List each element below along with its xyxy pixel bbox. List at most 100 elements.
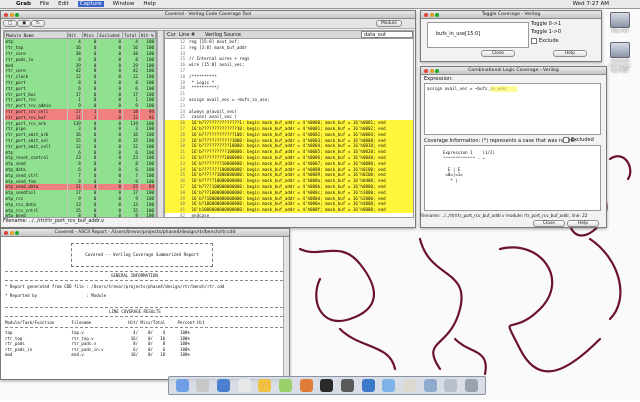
main-toolbar: □ ▣ ↻ Module — [1, 19, 415, 29]
expression-highlight[interactable] — [491, 86, 517, 92]
toggle-window-titlebar[interactable]: Toggle Coverage - Verilog — [421, 11, 601, 19]
col-excluded[interactable]: Excluded — [97, 31, 124, 39]
module-row[interactable]: rtr_port_rcv_arb 139 0 0 139 100 — [4, 120, 156, 126]
module-list[interactable]: Module Name Hit Miss Excluded Total Hit … — [3, 30, 157, 218]
divider — [5, 327, 283, 328]
dock — [168, 376, 486, 395]
divider — [5, 316, 283, 317]
search-input[interactable]: data_out — [361, 31, 413, 38]
xquartz-icon[interactable] — [423, 379, 437, 392]
reload-icon[interactable]: ↻ — [31, 20, 45, 27]
coverage-info-view[interactable]: Expression 1 (1/2) ^^^^^^^^^^^^^ - ~ E | … — [424, 145, 601, 211]
module-row[interactable]: mtp_rcv_cntrl 15 0 0 15 100 — [4, 207, 156, 213]
source-line-text: reg [15:0] bout_buf; — [189, 39, 240, 44]
report-window-titlebar[interactable]: Covered - ASCII Report - /Users/trevor/p… — [1, 229, 289, 237]
minimize-icon[interactable] — [9, 12, 14, 17]
report-reported-by: * Reported by : Module — [5, 293, 107, 298]
close-icon[interactable] — [424, 12, 428, 17]
module-select[interactable]: Module — [376, 20, 402, 27]
toggle-10-label: Toggle 1->0 — [531, 29, 562, 35]
zoom-icon[interactable] — [435, 68, 439, 73]
source-line-text: 16'b?????10000000000: begin mask_buf_add… — [189, 178, 386, 184]
calendar-icon[interactable] — [237, 379, 251, 392]
source-view[interactable]: 12 reg [15:0] bout_buf; 13 reg [3:0] mask_b… — [164, 38, 414, 218]
toggle-close-button[interactable]: Close — [481, 50, 515, 57]
module-row[interactable]: mtp_send_data 21 4 0 25 84 — [4, 183, 156, 190]
comb-help-button[interactable]: Help — [567, 220, 599, 227]
module-row[interactable]: rtr_port_rcv_cell 17 1 0 18 94 — [4, 108, 156, 115]
module-list-scrollbar[interactable] — [157, 30, 164, 218]
module-row[interactable]: rtr_port_xmit_cell 12 0 0 12 100 — [4, 143, 156, 150]
coverage-line: * | — [443, 177, 458, 183]
minimize-icon[interactable] — [429, 12, 434, 17]
module-row[interactable]: rtr_port_bus 17 0 0 17 100 — [4, 91, 156, 97]
exclude-checkbox[interactable] — [531, 38, 537, 44]
menubar-clock[interactable]: Wed 7:27 AM — [573, 1, 609, 7]
comb-excluded[interactable]: Excluded — [563, 137, 594, 143]
module-row[interactable]: mtp_rcv_data 13 0 0 13 100 — [4, 201, 156, 208]
comb-close-button[interactable]: Close — [533, 220, 565, 227]
toggle-exclude[interactable]: Exclude — [531, 38, 559, 44]
minimize-icon[interactable] — [9, 230, 14, 235]
comb-window-title: Combinational Logic Coverage - Verilog — [468, 68, 559, 73]
source-line-text: 16'b???????100000000: begin mask_buf_add… — [189, 166, 386, 172]
report-window-title: Covered - ASCII Report - /Users/trevor/p… — [54, 230, 236, 235]
preview-icon[interactable] — [403, 379, 417, 392]
menu-edit[interactable]: Edit — [58, 1, 69, 7]
safari-icon[interactable] — [361, 379, 375, 392]
open-icon[interactable]: □ — [3, 20, 18, 27]
menu-window[interactable]: Window — [113, 1, 135, 7]
toggle-help-button[interactable]: Help — [553, 50, 587, 57]
comb-window-titlebar[interactable]: Combinational Logic Coverage - Verilog — [421, 67, 606, 75]
menubar: Grab File Edit Capture Window Help Wed 7… — [0, 0, 640, 9]
zoom-icon[interactable] — [435, 12, 439, 17]
mail-icon[interactable] — [382, 379, 396, 392]
menu-file[interactable]: File — [40, 1, 49, 7]
close-icon[interactable] — [4, 12, 8, 17]
module-row[interactable]: rtr_port_xmit_sel 15 0 0 15 100 — [4, 137, 156, 144]
main-window: Covered - Verilog Code Coverage Tool □ ▣… — [0, 10, 416, 228]
col-miss[interactable]: Miss — [81, 31, 99, 39]
firefox-icon[interactable] — [299, 379, 313, 392]
menubar-app[interactable]: Grab — [16, 1, 31, 7]
app-store-icon[interactable] — [217, 379, 231, 392]
module-row[interactable]: rtr_port_rcv_buf 11 1 0 12 91 — [4, 114, 156, 121]
terminal-icon[interactable] — [320, 379, 334, 392]
report-scrollbar[interactable] — [283, 237, 289, 377]
system-prefs-icon[interactable] — [196, 379, 210, 392]
report-row: tap tap.v 4/ 0/ 4 100% — [5, 330, 190, 335]
window-controls — [424, 12, 439, 17]
minimize-icon[interactable] — [429, 68, 434, 73]
module-row[interactable]: mtp_sendfail 17 0 0 17 100 — [4, 189, 156, 196]
menu-help[interactable]: Help — [143, 1, 156, 7]
menu-capture[interactable]: Capture — [77, 1, 104, 7]
facetime-icon[interactable] — [279, 379, 293, 392]
expression-label: Expression: — [424, 76, 453, 82]
zoom-icon[interactable] — [15, 230, 19, 235]
module-row[interactable]: rtr_clock 12 0 0 12 100 — [4, 73, 156, 80]
module-row[interactable]: rtr_port_xmit_arb 16 0 0 16 100 — [4, 131, 156, 138]
col-total[interactable]: Total — [122, 31, 140, 39]
zoom-icon[interactable] — [15, 12, 19, 17]
close-icon[interactable] — [4, 230, 8, 235]
documents-stack-icon[interactable] — [444, 379, 458, 392]
trash-icon[interactable] — [465, 379, 479, 392]
report-rows: tap tap.v 4/ 0/ 4 100% rtr_top rtr_top.v … — [5, 330, 190, 358]
excluded-checkbox[interactable] — [563, 137, 569, 143]
col-hit[interactable]: Hit — [66, 31, 83, 39]
col-module[interactable]: Module Name — [4, 31, 68, 39]
desktop-icon-hd[interactable]: Mac HD — [607, 12, 633, 34]
save-icon[interactable]: ▣ — [17, 20, 32, 27]
desktop-icon-pdf[interactable]: Covered Coverage Tool PDF — [607, 42, 633, 74]
expression-view[interactable]: assign avail_vec = ~bufs_in_use; — [424, 83, 601, 135]
col-hit-pct[interactable]: Hit % — [138, 31, 156, 39]
module-row[interactable]: mtp_reset_control 23 0 0 23 100 — [4, 154, 156, 161]
notes-icon[interactable] — [258, 379, 272, 392]
desktop-icon-label: Covered Coverage Tool PDF — [609, 59, 631, 74]
finder-icon[interactable] — [175, 379, 189, 392]
activity-monitor-icon[interactable] — [341, 379, 355, 392]
close-icon[interactable] — [424, 68, 428, 73]
main-window-titlebar[interactable]: Covered - Verilog Code Coverage Tool — [1, 11, 415, 19]
source-line-text: 16'b????????????1000: begin mask_buf_add… — [189, 137, 386, 143]
coverage-info-label: Coverage Information: (*) represents a c… — [424, 138, 576, 144]
